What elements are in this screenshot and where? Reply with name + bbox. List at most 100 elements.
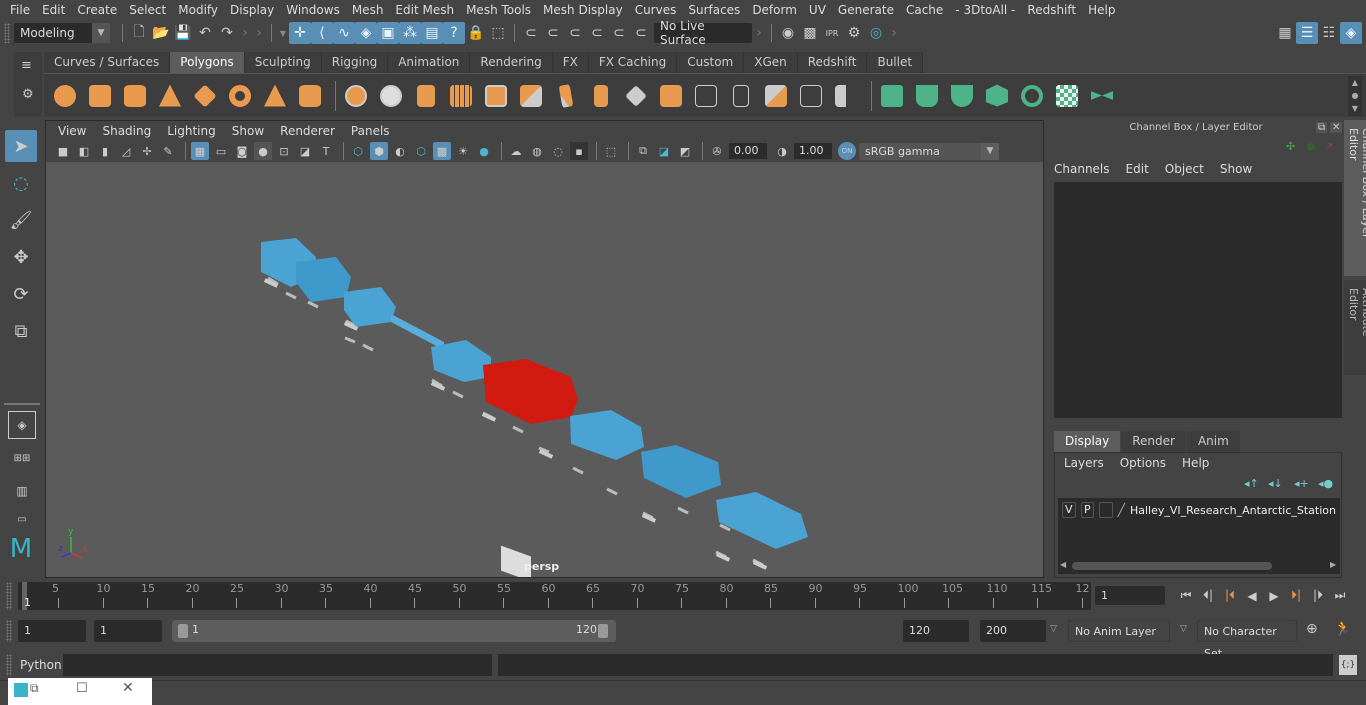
redo-icon[interactable]: ↷ [216,22,238,44]
drag-handle[interactable] [6,582,12,610]
select-by-face-icon[interactable]: ▣ [377,22,399,44]
channel-list[interactable] [1054,182,1342,418]
playback-start-field[interactable]: 1 [94,620,162,642]
layer-horizontal-scrollbar[interactable]: ◀ ▶ [1058,560,1340,572]
play-backwards-icon[interactable]: ◀ [1241,589,1263,603]
channel-box-toggle-icon[interactable]: ◈ [1340,22,1362,44]
menu-windows[interactable]: Windows [280,3,346,17]
select-by-component-icon[interactable]: ∿ [333,22,355,44]
combine-button[interactable] [341,81,371,111]
poly-pyramid-button[interactable] [260,81,290,111]
grease-pencil-icon[interactable]: ✎ [159,142,177,160]
cb-menu-object[interactable]: Object [1165,162,1204,176]
go-to-end-icon[interactable]: ⏭ [1329,588,1351,603]
snap-view-plane-icon[interactable]: ⊂ [586,22,608,44]
poly-pipe-button[interactable] [295,81,325,111]
highlight-select-icon[interactable]: ⬚ [487,22,509,44]
menu-select[interactable]: Select [123,3,172,17]
scene-canvas[interactable] [46,162,1043,577]
menu-mesh[interactable]: Mesh [346,3,390,17]
layer-playback-toggle[interactable]: P [1080,502,1095,518]
planar-uv-button[interactable] [877,81,907,111]
collapse-arrow-icon[interactable]: › [887,22,901,44]
gate-mask-icon[interactable]: ● [254,142,272,160]
scroll-down-icon[interactable]: ▼ [1352,104,1358,113]
poly-cube-button[interactable] [85,81,115,111]
anim-layer-dropdown-icon[interactable]: ▽ [1050,624,1057,634]
playback-end-field[interactable]: 120 [903,620,969,642]
wireframe-icon[interactable]: ⬡ [349,142,367,160]
character-set-field[interactable]: No Character Set [1197,620,1297,660]
live-surface-field[interactable]: No Live Surface [654,19,752,47]
uv-editor-button[interactable] [1052,81,1082,111]
safe-action-icon[interactable]: ◪ [296,142,314,160]
undo-icon[interactable]: ↶ [194,22,216,44]
scroll-left-icon[interactable]: ◀ [1060,560,1066,569]
rotate-tool[interactable]: ⟳ [5,278,37,310]
poly-cone-button[interactable] [155,81,185,111]
bevel-button[interactable] [551,81,581,111]
camera-icon[interactable]: ■ [54,142,72,160]
separate-button[interactable] [376,81,406,111]
move-tool[interactable]: ✥ [5,241,37,273]
shelf-tab-rigging[interactable]: Rigging [321,52,389,73]
use-default-material-icon[interactable]: ◐ [391,142,409,160]
safe-title-icon[interactable]: T [317,142,335,160]
shelf-tab-sculpting[interactable]: Sculpting [244,52,322,73]
snap-point-icon[interactable]: ⊂ [564,22,586,44]
boolean-button[interactable] [481,81,511,111]
step-back-frame-icon[interactable]: |⏴ [1219,588,1241,603]
poly-cylinder-button[interactable] [120,81,150,111]
render-frame-icon[interactable]: ▩ [799,22,821,44]
target-weld-button[interactable] [761,81,791,111]
side-tab-channel-box[interactable]: Channel Box / Layer Editor [1344,120,1366,276]
drag-handle[interactable] [4,23,10,43]
menu-edit-mesh[interactable]: Edit Mesh [389,3,460,17]
vp-menu-shading[interactable]: Shading [94,124,159,138]
attribute-editor-toggle-icon[interactable]: ☰ [1296,22,1318,44]
layer-row[interactable]: V P ╱ Halley_VI_Research_Antarctic_Stati… [1058,498,1340,522]
menu-curves[interactable]: Curves [629,3,683,17]
scroll-up-icon[interactable]: ▲ [1352,78,1358,87]
extrude-button[interactable] [586,81,616,111]
layer-menu-help[interactable]: Help [1182,456,1209,470]
step-forward-key-icon[interactable]: |⏵ [1307,588,1329,603]
select-by-hierarchy-icon[interactable]: ✛ [289,22,311,44]
cb-menu-edit[interactable]: Edit [1126,162,1149,176]
viewport-persp[interactable]: View Shading Lighting Show Renderer Pane… [45,120,1044,578]
four-view-layout-button[interactable]: ⊞⊞ [8,444,36,472]
script-editor-icon[interactable]: {;} [1339,655,1357,675]
collapse-arrow-icon[interactable]: › [252,22,266,44]
shelf-tab-fx[interactable]: FX [552,52,589,73]
isolate-select-icon[interactable]: ⬚ [602,142,620,160]
shelf-tab-xgen[interactable]: XGen [744,52,798,73]
manipulator-icon[interactable]: ✣ [1286,140,1295,153]
select-by-vertex-icon[interactable]: ⁂ [399,22,421,44]
shelf-tab-curves-surfaces[interactable]: Curves / Surfaces [44,52,171,73]
layer-name[interactable]: Halley_VI_Research_Antarctic_Station [1130,504,1336,517]
multi-cut-button[interactable] [726,81,756,111]
drag-handle[interactable] [6,620,12,642]
new-scene-icon[interactable]: 🗋 [128,22,150,44]
camera-attributes-icon[interactable]: ◧ [75,142,93,160]
select-by-render-icon[interactable]: ▤ [421,22,443,44]
menu-modify[interactable]: Modify [172,3,224,17]
drag-handle[interactable] [6,654,12,676]
persp-graph-layout-button[interactable]: ▭ [8,510,36,528]
menu-3dtoall[interactable]: - 3DtoAll - [949,3,1021,17]
collapse-arrow-icon[interactable]: › [238,22,252,44]
bookmark-icon[interactable]: ▮ [96,142,114,160]
quad-draw-button[interactable] [831,81,861,111]
use-all-lights-icon[interactable]: ☀ [454,142,472,160]
gamma-field[interactable]: 1.00 [794,143,832,159]
select-tool[interactable]: ➤ [5,130,37,162]
range-slider[interactable]: 1 120 [172,620,616,642]
wireframe-on-shaded-icon[interactable]: ⬡ [412,142,430,160]
poly-torus-button[interactable] [225,81,255,111]
poly-plane-button[interactable] [190,81,220,111]
textured-icon[interactable]: ▩ [433,142,451,160]
scrollbar-thumb[interactable] [1072,562,1272,570]
exposure-field[interactable]: 0.00 [729,143,767,159]
layer-tab-render[interactable]: Render [1121,431,1186,452]
layer-display-type-toggle[interactable] [1099,502,1113,518]
